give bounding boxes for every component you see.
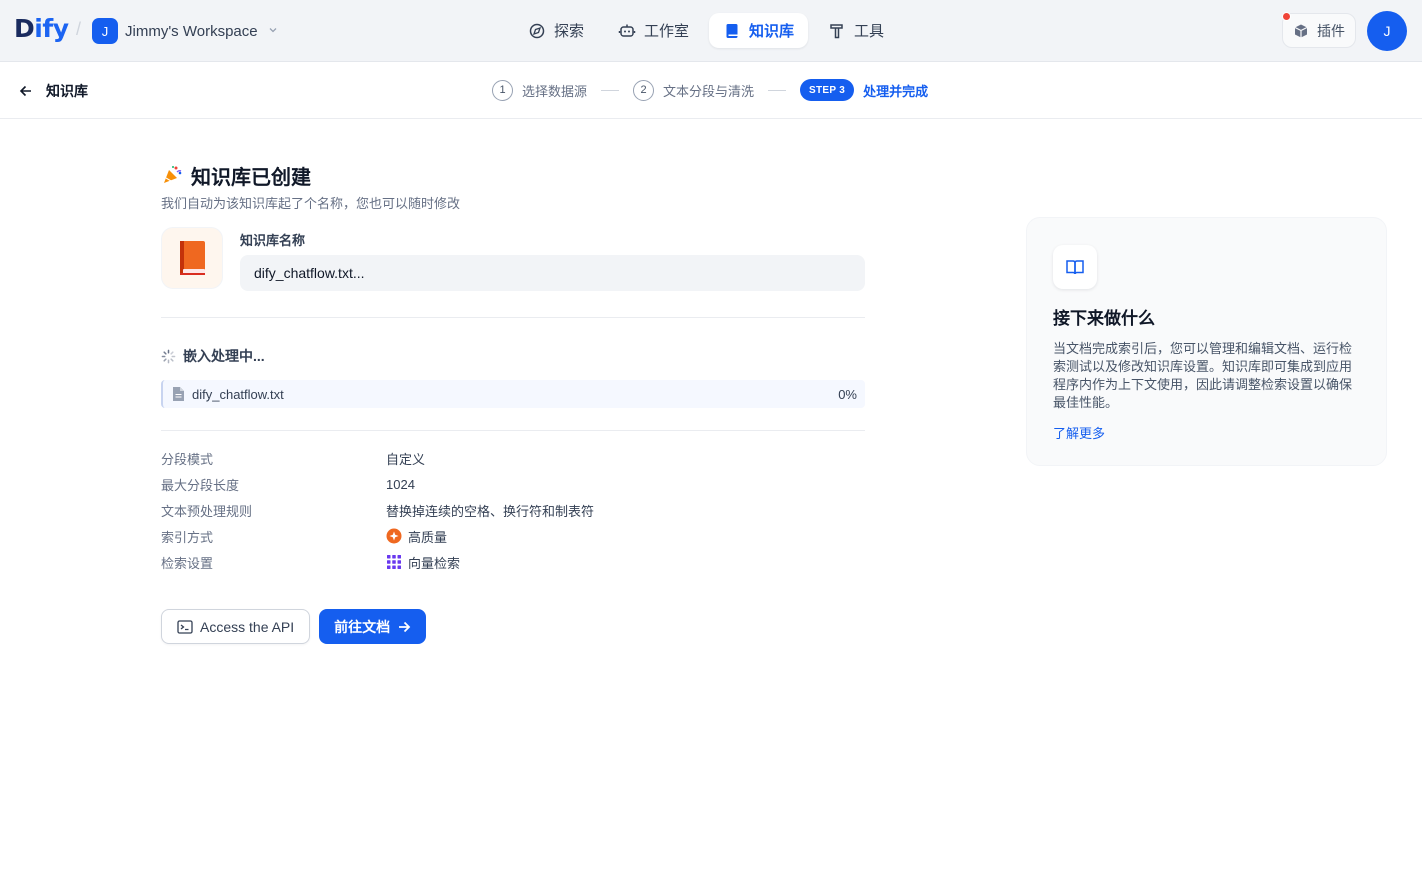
info-key: 索引方式 xyxy=(161,529,214,545)
knowledge-name-label: 知识库名称 xyxy=(240,233,306,248)
step-bar: 知识库 1 选择数据源 2 文本分段与清洗 STEP 3 处理并完成 xyxy=(0,63,1422,119)
workspace-avatar: J xyxy=(92,18,118,44)
divider xyxy=(161,317,865,318)
file-progress-percent: 0% xyxy=(838,386,857,402)
info-key: 分段模式 xyxy=(161,451,214,467)
retrieval-value: 向量检索 xyxy=(408,555,461,571)
info-row-chunk-mode: 分段模式 自定义 xyxy=(161,445,865,471)
top-navigation-bar: Dify / J Jimmy's Workspace 探索 工作室 知识库 工具… xyxy=(0,0,1422,62)
card-icon-tile xyxy=(1053,245,1097,289)
info-value: 1024 xyxy=(386,476,415,492)
info-row-retrieval: 检索设置 向量检索 xyxy=(161,549,865,575)
open-book-icon xyxy=(1066,260,1084,275)
cube-icon xyxy=(1294,24,1308,37)
main-nav: 探索 工作室 知识库 工具 xyxy=(514,13,898,48)
arrow-left-icon xyxy=(19,85,31,97)
spinner-icon xyxy=(161,349,176,363)
file-name: dify_chatflow.txt xyxy=(192,386,284,402)
back-button[interactable]: 知识库 xyxy=(18,81,88,101)
nav-studio[interactable]: 工作室 xyxy=(604,13,703,48)
knowledge-name-input[interactable] xyxy=(240,255,865,291)
high-quality-icon xyxy=(386,528,402,544)
back-label: 知识库 xyxy=(46,83,88,99)
info-value: 自定义 xyxy=(386,451,426,467)
info-row-preprocessing: 文本预处理规则 替换掉连续的空格、换行符和制表符 xyxy=(161,497,865,523)
step-2: 2 文本分段与清洗 xyxy=(633,79,755,101)
arrow-right-icon xyxy=(399,621,411,632)
card-description: 当文档完成索引后，您可以管理和编辑文档、运行检索测试以及修改知识库设置。知识库即… xyxy=(1053,341,1353,410)
main-content: 知识库已创建 我们自动为该知识库起了个名称，您也可以随时修改 知识库名称 嵌入处… xyxy=(161,160,865,644)
step-3-pill: STEP 3 xyxy=(800,79,855,101)
info-value: 替换掉连续的空格、换行符和制表符 xyxy=(386,503,595,519)
divider xyxy=(161,430,865,431)
step-2-number: 2 xyxy=(633,79,655,101)
vector-search-icon xyxy=(387,555,401,569)
nav-explore[interactable]: 探索 xyxy=(514,13,598,48)
info-value-index-method: 高质量 xyxy=(386,527,447,546)
file-progress-row: dify_chatflow.txt 0% xyxy=(161,380,865,408)
nav-studio-label: 工作室 xyxy=(644,23,690,40)
settings-summary: 分段模式 自定义 最大分段长度 1024 文本预处理规则 替换掉连续的空格、换行… xyxy=(161,445,865,575)
card-title: 接下来做什么 xyxy=(1053,309,1155,328)
steps-indicator: 1 选择数据源 2 文本分段与清洗 STEP 3 处理并完成 xyxy=(492,79,928,101)
chevron-down-icon xyxy=(267,24,279,39)
step-3: STEP 3 处理并完成 xyxy=(800,79,928,101)
explore-icon xyxy=(529,23,545,38)
workspace-selector[interactable]: J Jimmy's Workspace xyxy=(92,17,279,45)
go-to-documents-label: 前往文档 xyxy=(334,618,391,635)
book-icon xyxy=(726,23,738,38)
nav-explore-label: 探索 xyxy=(554,23,585,40)
step-1: 1 选择数据源 xyxy=(492,79,588,101)
whats-next-card: 接下来做什么 当文档完成索引后，您可以管理和编辑文档、运行检索测试以及修改知识库… xyxy=(1026,217,1387,466)
book-emoji-icon xyxy=(180,241,205,275)
party-popper-icon xyxy=(164,166,182,183)
user-avatar[interactable]: J xyxy=(1367,11,1407,51)
embedding-status-label: 嵌入处理中... xyxy=(183,348,265,364)
workspace-name: Jimmy's Workspace xyxy=(125,22,258,40)
info-key: 文本预处理规则 xyxy=(161,503,253,519)
file-text-icon xyxy=(173,387,184,401)
page-subtitle: 我们自动为该知识库起了个名称，您也可以随时修改 xyxy=(161,196,461,211)
knowledge-name-row: 知识库名称 xyxy=(161,227,865,291)
terminal-icon xyxy=(177,619,193,634)
step-1-number: 1 xyxy=(492,79,513,101)
embedding-status: 嵌入处理中... xyxy=(161,346,865,366)
step-separator xyxy=(768,89,787,91)
step-2-label: 文本分段与清洗 xyxy=(663,83,755,99)
robot-icon xyxy=(618,24,636,37)
nav-knowledge-label: 知识库 xyxy=(749,23,795,40)
dify-logo[interactable]: Dify xyxy=(14,14,69,43)
info-key: 最大分段长度 xyxy=(161,477,240,493)
access-api-label: Access the API xyxy=(200,618,295,635)
step-separator xyxy=(601,89,620,91)
action-buttons: Access the API 前往文档 xyxy=(161,609,865,644)
plugins-label: 插件 xyxy=(1317,22,1345,39)
info-row-max-chunk-length: 最大分段长度 1024 xyxy=(161,471,865,497)
title-row: 知识库已创建 xyxy=(161,160,865,190)
info-value-retrieval: 向量检索 xyxy=(386,553,460,572)
page-title: 知识库已创建 xyxy=(191,166,311,189)
plugins-button[interactable]: 插件 xyxy=(1282,12,1356,48)
nav-tools[interactable]: 工具 xyxy=(814,13,898,48)
go-to-documents-button[interactable]: 前往文档 xyxy=(319,609,427,644)
index-method-value: 高质量 xyxy=(408,529,448,545)
nav-tools-label: 工具 xyxy=(854,23,885,40)
info-row-index-method: 索引方式 高质量 xyxy=(161,523,865,549)
info-key: 检索设置 xyxy=(161,555,214,571)
step-1-label: 选择数据源 xyxy=(522,83,588,99)
breadcrumb-separator: / xyxy=(76,19,82,39)
learn-more-link[interactable]: 了解更多 xyxy=(1053,423,1105,442)
access-api-button[interactable]: Access the API xyxy=(161,609,311,644)
notification-dot xyxy=(1282,12,1291,21)
step-3-label: 处理并完成 xyxy=(863,83,929,99)
knowledge-icon-tile[interactable] xyxy=(161,227,223,289)
nav-knowledge[interactable]: 知识库 xyxy=(709,13,809,48)
hammer-icon xyxy=(830,23,843,38)
